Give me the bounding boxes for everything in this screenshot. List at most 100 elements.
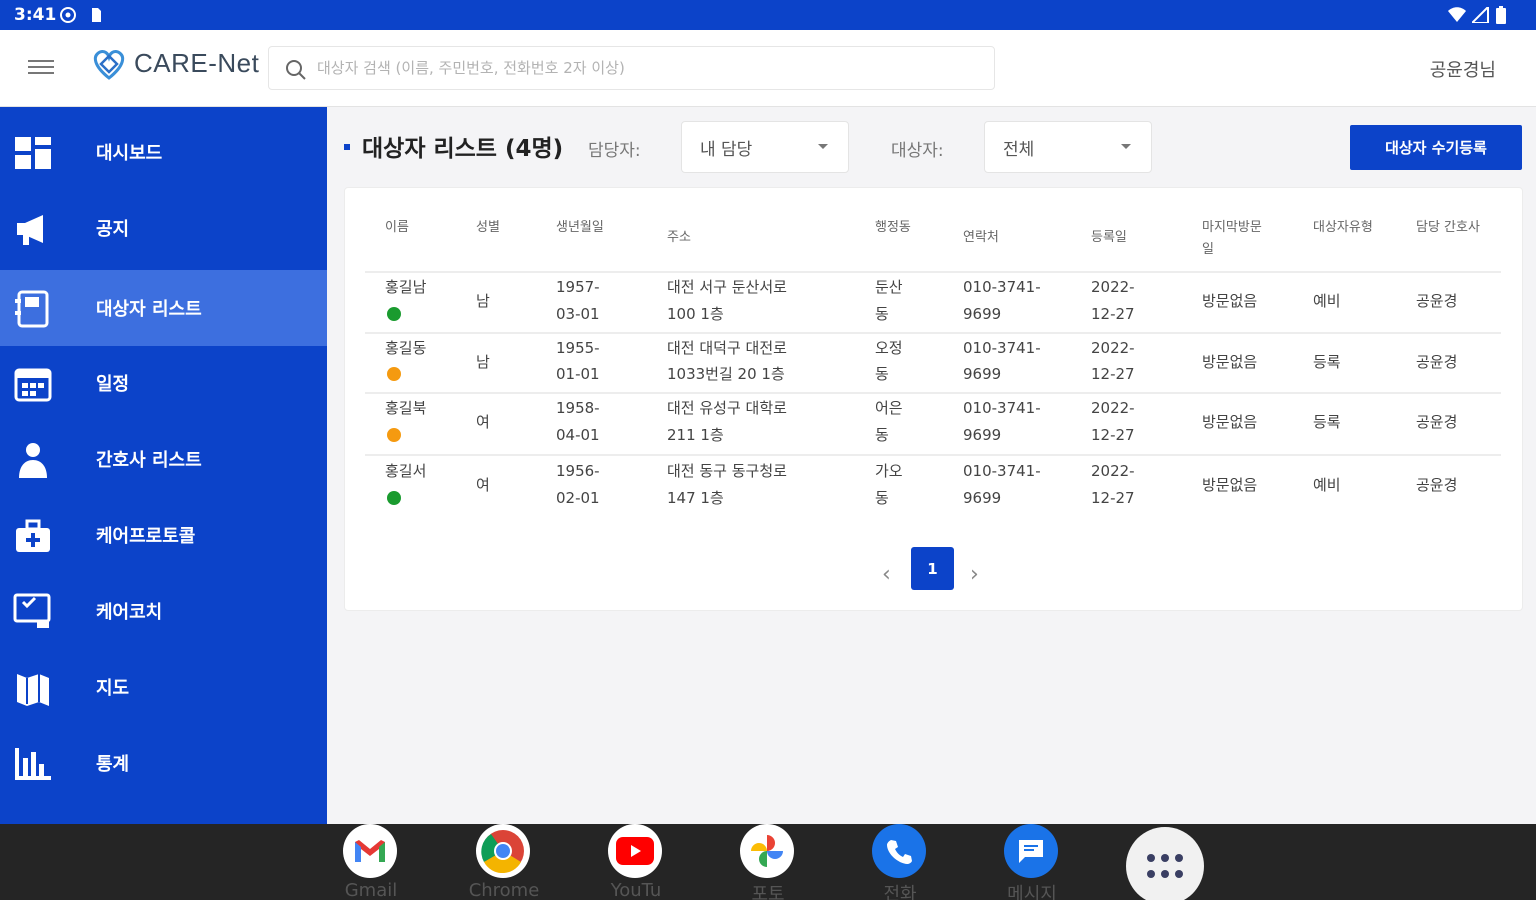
wifi-icon [1448,7,1466,22]
sidebar-item-nurse-list[interactable]: 간호사 리스트 [0,421,327,497]
sidebar-item-notice[interactable]: 공지 [0,190,327,266]
cell-last-visit: 방문없음 [1202,353,1258,371]
cell-address-1: 대전 유성구 대학로 [667,399,787,417]
sidebar-item-statistics[interactable]: 통계 [0,725,327,801]
dock-app-name: Chrome [468,880,540,900]
col-header-dong: 행정동 [875,220,911,235]
sidebar-item-label: 지도 [96,678,130,699]
cell-dong-2: 동 [875,489,889,507]
cell-birth-2: 01-01 [556,365,600,383]
sidebar-item-patient-list[interactable]: 대상자 리스트 [0,270,327,346]
sidebar-item-care-coach[interactable]: 케어코치 [0,573,327,649]
cell-dong-2: 동 [875,365,889,383]
cell-name[interactable]: 홍길동 [385,335,426,362]
cell-nurse: 공윤경 [1416,353,1458,371]
sidebar-item-care-protocol[interactable]: 케어프로토콜 [0,497,327,573]
menu-line-icon [28,72,54,74]
header-divider [365,271,1501,273]
dock-app-name: YouTu [610,880,662,900]
dock-app-chrome[interactable]: Chrome [469,824,539,900]
cell-dong-2: 동 [875,305,889,323]
cell-last-visit: 방문없음 [1202,292,1258,310]
apps-grid-icon [1147,854,1183,878]
user-name[interactable]: 공윤경님 [1430,56,1496,82]
sidebar-item-dashboard[interactable]: 대시보드 [0,114,327,190]
app-dock: Gmail Chrome YouTu 포토 전화 메시지 [0,824,1536,900]
dock-app-phone[interactable]: 전화 [870,824,930,900]
cell-gender: 남 [476,353,490,371]
dock-app-gmail[interactable]: Gmail [341,824,401,900]
cell-birth-2: 03-01 [556,305,600,323]
dock-app-name: 포토 [751,884,785,900]
cell-nurse: 공윤경 [1416,476,1458,494]
settings-status-icon [60,7,76,23]
cell-phone-2: 9699 [963,365,1002,383]
app-logo[interactable]: CARE-Net [90,44,259,82]
caret-down-icon [818,144,828,149]
col-header-birth: 생년월일 [556,220,604,235]
cell-nurse: 공윤경 [1416,413,1458,431]
gmail-icon [343,824,397,878]
app-drawer-button[interactable] [1126,827,1204,900]
cell-phone-1: 010-3741- [963,462,1041,480]
cell-last-visit: 방문없음 [1202,476,1258,494]
col-header-gender: 성별 [476,220,500,235]
nurse-icon [19,443,47,478]
cell-type: 등록 [1313,353,1341,371]
cell-name[interactable]: 홍길남 [385,274,426,301]
manager-select-value: 내 담당 [700,140,753,160]
cell-reg-1: 2022- [1091,278,1135,296]
cell-dong-1: 둔산 [875,278,903,296]
row-divider [365,332,1501,334]
cell-type: 예비 [1313,292,1341,310]
next-page-icon[interactable]: › [970,562,979,587]
prev-page-icon[interactable]: ‹ [882,562,891,587]
logo-text: CARE-Net [134,47,260,78]
dock-app-youtube[interactable]: YouTu [606,824,666,900]
chrome-icon [476,824,530,878]
messages-icon [1004,824,1058,878]
cell-name[interactable]: 홍길서 [385,458,426,485]
search-box[interactable] [268,46,995,90]
cell-phone-2: 9699 [963,489,1002,507]
manager-select[interactable]: 내 담당 [681,121,849,173]
dock-app-photos[interactable]: 포토 [738,824,798,900]
cell-phone-1: 010-3741- [963,339,1041,357]
page-button-current[interactable]: 1 [911,547,954,590]
sidebar-item-label: 대시보드 [96,143,163,164]
search-input[interactable] [317,55,977,81]
col-header-type: 대상자유형 [1313,220,1373,235]
cell-last-visit: 방문없음 [1202,413,1258,431]
cell-reg-2: 12-27 [1091,426,1135,444]
cell-phone-2: 9699 [963,426,1002,444]
dock-app-messages[interactable]: 메시지 [1002,824,1062,900]
target-filter-label: 대상자: [891,141,944,161]
app-header: CARE-Net 공윤경님 [0,30,1536,107]
cell-birth-1: 1956- [556,462,600,480]
sidebar: 대시보드 공지 대상자 리스트 일정 간호사 리스트 케어프로토콜 케어코치 지… [0,107,327,824]
manager-filter-label: 담당자: [588,141,641,161]
page-title: 대상자 리스트 (4명) [362,136,564,162]
sidebar-item-schedule[interactable]: 일정 [0,345,327,421]
status-right [1448,6,1506,24]
cell-dong-2: 동 [875,426,889,444]
cell-name[interactable]: 홍길북 [385,395,426,422]
status-bar: 3:41 [0,0,1536,30]
cell-nurse: 공윤경 [1416,292,1458,310]
sidebar-item-map[interactable]: 지도 [0,649,327,725]
cell-phone-1: 010-3741- [963,399,1041,417]
logo-icon [93,50,125,80]
cell-birth-1: 1955- [556,339,600,357]
add-patient-button[interactable]: 대상자 수기등록 [1350,125,1522,170]
sidebar-item-label: 간호사 리스트 [96,450,202,471]
cell-address-1: 대전 서구 둔산서로 [667,278,787,296]
photos-icon [740,824,794,878]
sidebar-item-label: 대상자 리스트 [96,299,202,320]
cell-birth-1: 1957- [556,278,600,296]
cell-dong-1: 오정 [875,339,903,357]
hamburger-menu-button[interactable] [28,56,54,78]
medical-kit-icon [16,519,50,552]
cell-address-2: 100 1층 [667,305,724,323]
cell-phone-1: 010-3741- [963,278,1041,296]
target-select[interactable]: 전체 [984,121,1152,173]
